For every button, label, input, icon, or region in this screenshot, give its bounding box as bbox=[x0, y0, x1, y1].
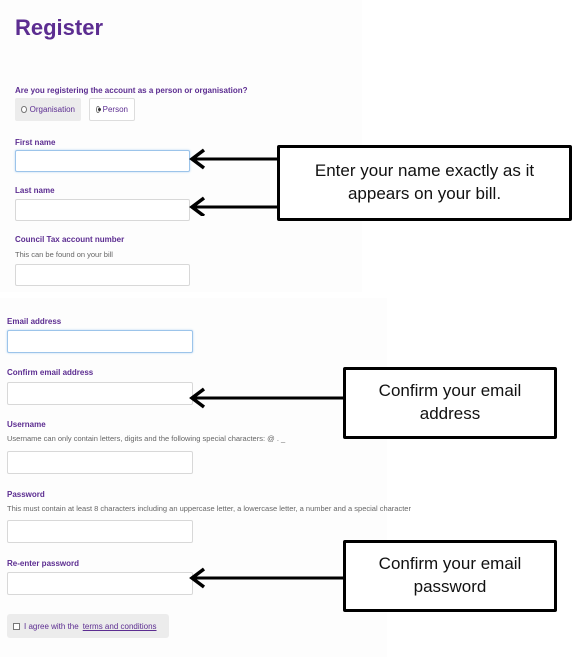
username-input[interactable] bbox=[7, 451, 193, 474]
confirm-email-input[interactable] bbox=[7, 382, 193, 405]
callout-name: Enter your name exactly as it appears on… bbox=[277, 145, 572, 221]
password-hint: This must contain at least 8 characters … bbox=[7, 504, 411, 513]
account-type-radio-group: Organisation Person bbox=[15, 98, 135, 121]
terms-link[interactable]: terms and conditions bbox=[83, 622, 157, 631]
council-tax-hint: This can be found on your bill bbox=[15, 250, 113, 259]
password-input[interactable] bbox=[7, 520, 193, 543]
callout-password: Confirm your email password bbox=[343, 540, 557, 612]
account-type-question: Are you registering the account as a per… bbox=[15, 86, 248, 95]
name-arrows bbox=[189, 148, 280, 216]
reenter-password-input[interactable] bbox=[7, 572, 193, 595]
terms-checkbox[interactable] bbox=[13, 622, 20, 630]
confirm-email-label: Confirm email address bbox=[7, 368, 94, 377]
username-hint: Username can only contain letters, digit… bbox=[7, 434, 286, 443]
email-label: Email address bbox=[7, 317, 62, 326]
radio-organisation[interactable]: Organisation bbox=[15, 98, 81, 121]
first-name-label: First name bbox=[15, 138, 56, 147]
password-label: Password bbox=[7, 490, 45, 499]
last-name-input[interactable] bbox=[15, 199, 190, 221]
radio-person-label: Person bbox=[102, 105, 128, 114]
arrow-left-icon bbox=[189, 148, 280, 170]
radio-checked-icon bbox=[96, 106, 101, 113]
reenter-password-label: Re-enter password bbox=[7, 559, 80, 568]
council-tax-input[interactable] bbox=[15, 264, 190, 286]
callout-email: Confirm your email address bbox=[343, 367, 557, 439]
radio-unchecked-icon bbox=[21, 106, 27, 113]
arrow-left-icon bbox=[189, 196, 280, 216]
page-title: Register bbox=[15, 15, 104, 40]
terms-agreement[interactable]: I agree with the terms and conditions bbox=[7, 614, 169, 638]
arrow-left-icon bbox=[189, 387, 346, 409]
email-input[interactable] bbox=[7, 330, 193, 353]
arrow-left-icon bbox=[189, 567, 346, 589]
radio-person[interactable]: Person bbox=[89, 98, 135, 121]
email-arrow bbox=[189, 387, 346, 409]
password-arrow bbox=[189, 567, 346, 589]
first-name-input[interactable] bbox=[15, 150, 190, 172]
council-tax-label: Council Tax account number bbox=[15, 235, 125, 244]
terms-prefix: I agree with the bbox=[24, 621, 79, 631]
username-label: Username bbox=[7, 420, 46, 429]
last-name-label: Last name bbox=[15, 186, 55, 195]
radio-organisation-label: Organisation bbox=[29, 105, 75, 114]
